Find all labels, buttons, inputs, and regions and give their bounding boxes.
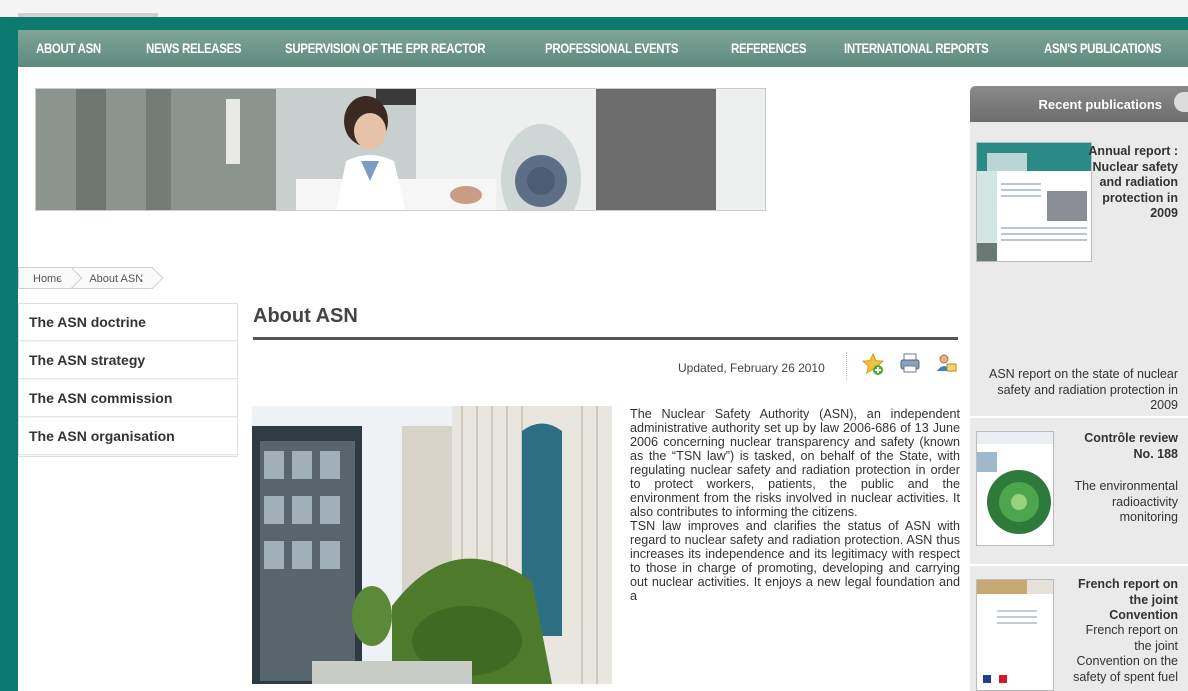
publication-item[interactable]: Annual report : Nuclear safety and radia… — [970, 134, 1188, 412]
sidebar-item-doctrine[interactable]: The ASN doctrine — [19, 304, 237, 341]
publication-thumbnail[interactable] — [976, 142, 1092, 262]
print-icon[interactable] — [899, 352, 921, 374]
nav-references[interactable]: REFERENCES — [731, 40, 807, 56]
publication-desc: ASN report on the state of nuclear safet… — [989, 367, 1178, 412]
page-title: About ASN — [253, 305, 358, 327]
nav-asn-publications[interactable]: ASN'S PUBLICATIONS — [1044, 40, 1161, 56]
nav-about-asn[interactable]: ABOUT ASN — [36, 40, 101, 56]
page-tools — [846, 352, 957, 380]
publication-desc: French report on the joint Convention on… — [1073, 623, 1178, 684]
article-paragraph: The Nuclear Safety Authority (ASN), an i… — [630, 407, 960, 519]
nav-professional-events[interactable]: PROFESSIONAL EVENTS — [545, 40, 679, 56]
publication-title[interactable]: French report on the joint Convention — [1068, 577, 1178, 624]
publication-title-text[interactable]: Annual report : Nuclear safety and radia… — [1088, 144, 1178, 220]
main-nav: ABOUT ASN NEWS RELEASES SUPERVISION OF T… — [18, 30, 1188, 67]
article-paragraph: TSN law improves and clarifies the statu… — [630, 519, 960, 603]
building-illustration — [252, 406, 612, 684]
nav-international-reports[interactable]: INTERNATIONAL REPORTS — [844, 40, 989, 56]
nav-epr-reactor[interactable]: SUPERVISION OF THE EPR REACTOR — [285, 40, 486, 56]
recent-publications-title: Recent publications — [1038, 97, 1162, 112]
publication-item[interactable]: French report on the joint Convention Fr… — [970, 567, 1188, 691]
sidebar-nav: The ASN doctrine The ASN strategy The AS… — [18, 303, 238, 457]
tools-separator — [846, 352, 847, 380]
annual-report-cover — [977, 143, 1091, 261]
publication-thumbnail[interactable] — [976, 579, 1054, 691]
publication-desc: The environmental radioactivity monitori… — [1074, 479, 1178, 524]
publication-thumbnail[interactable] — [976, 431, 1054, 546]
sidebar-item-commission[interactable]: The ASN commission — [19, 380, 237, 417]
banner-image — [35, 88, 766, 211]
article-body: The Nuclear Safety Authority (ASN), an i… — [630, 407, 960, 603]
building-photo — [252, 406, 612, 684]
breadcrumb-home[interactable]: Home — [18, 267, 73, 289]
recent-publications-panel: Recent publications Annual report: Nucl… — [970, 86, 1188, 691]
publication-title[interactable]: Annual report : Nuclear safety and radia… — [1088, 144, 1178, 222]
send-to-friend-icon[interactable] — [935, 352, 957, 374]
recent-publications-header: Recent publications — [970, 86, 1188, 122]
divider — [970, 564, 1188, 566]
divider — [970, 416, 1188, 418]
panel-tab[interactable] — [1174, 92, 1188, 112]
page: ABOUT ASN NEWS RELEASES SUPERVISION OF T… — [18, 30, 1188, 691]
publication-title-text[interactable]: French report on the joint Convention — [1078, 577, 1178, 622]
french-report-cover — [977, 580, 1053, 690]
breadcrumb-current: About ASN — [72, 267, 154, 289]
breadcrumb: Home About ASN — [18, 266, 154, 290]
publication-title-text[interactable]: Contrôle review No. 188 — [1084, 431, 1178, 461]
sidebar-item-strategy[interactable]: The ASN strategy — [19, 342, 237, 379]
controle-review-cover — [977, 432, 1053, 545]
star-add-icon[interactable] — [861, 352, 885, 376]
top-tab[interactable] — [18, 0, 158, 17]
top-strip — [0, 0, 1188, 30]
sidebar-item-organisation[interactable]: The ASN organisation — [19, 418, 237, 455]
publication-item[interactable]: Contrôle review No. 188 The environmenta… — [970, 419, 1188, 569]
top-bar — [0, 0, 1188, 17]
nav-news-releases[interactable]: NEWS RELEASES — [146, 40, 242, 56]
banner-illustration — [36, 89, 765, 210]
updated-date: Updated, February 26 2010 — [678, 361, 825, 375]
title-divider — [253, 337, 958, 340]
publication-title[interactable]: Contrôle review No. 188 — [1068, 431, 1178, 462]
